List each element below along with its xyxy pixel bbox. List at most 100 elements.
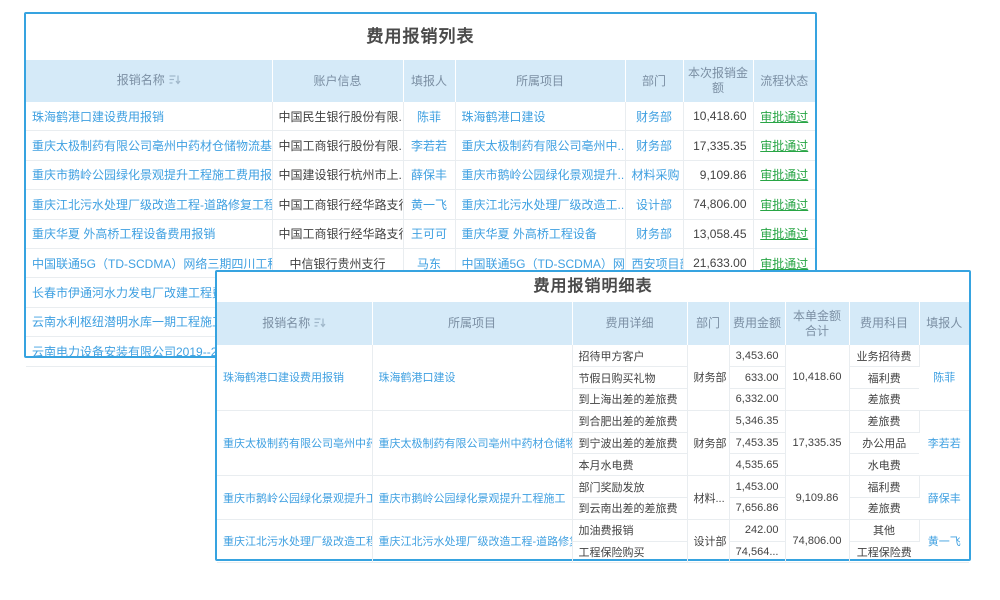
- column-header-project: 所属项目: [372, 302, 572, 345]
- amount-value: 10,418.60: [683, 102, 753, 131]
- expense-detail-card: 费用报销明细表 报销名称 所属项目 费用详细 部门 费用金额 本单金额合计 费用…: [215, 270, 971, 561]
- expense-detail-title: 费用报销明细表: [217, 272, 969, 302]
- column-header-expense-detail: 费用详细: [572, 302, 687, 345]
- reporter-link[interactable]: 黄一飞: [919, 519, 969, 563]
- column-header-amount: 本次报销金额: [683, 60, 753, 102]
- expense-list-title: 费用报销列表: [26, 14, 815, 60]
- project-link[interactable]: 珠海鹤港口建设: [372, 345, 572, 410]
- column-header-expense-amount: 费用金额: [729, 302, 785, 345]
- column-header-reimbursement-name[interactable]: 报销名称: [217, 302, 372, 345]
- reporter-link[interactable]: 李若若: [919, 410, 969, 475]
- reimbursement-name-link[interactable]: 重庆市鹅岭公园绿化景观提升工程施工费用报销: [26, 160, 272, 189]
- expense-category-value: 差旅费: [849, 498, 919, 520]
- account-info: 中国工商银行股份有限...: [272, 131, 403, 160]
- list-table-row: 重庆市鹅岭公园绿化景观提升工程施工费用报销中国建设银行杭州市上...薛保丰重庆市…: [26, 160, 815, 189]
- sort-icon: [314, 317, 326, 332]
- column-header-department: 部门: [687, 302, 729, 345]
- department-link[interactable]: 设计部: [625, 190, 683, 219]
- total-amount-value: 10,418.60: [785, 345, 849, 410]
- reporter-link[interactable]: 薛保丰: [403, 160, 455, 189]
- expense-category-value: 业务招待费: [849, 345, 919, 367]
- expense-category-value: 差旅费: [849, 389, 919, 411]
- project-link[interactable]: 重庆市鹅岭公园绿化景观提升...: [455, 160, 625, 189]
- total-amount-value: 17,335.35: [785, 410, 849, 475]
- department-value: 设计部: [687, 519, 729, 563]
- reporter-link[interactable]: 李若若: [403, 131, 455, 160]
- expense-detail-header-row: 报销名称 所属项目 费用详细 部门 费用金额 本单金额合计 费用科目 填报人: [217, 302, 969, 345]
- page: 费用报销列表 报销名称 账户信息 填报人 所属项目 部门 本次报销金额 流程状态: [0, 0, 1000, 600]
- status-link[interactable]: 审批通过: [753, 131, 815, 160]
- reimbursement-name-link[interactable]: 重庆市鹅岭公园绿化景观提升工程: [217, 476, 372, 520]
- department-link[interactable]: 财务部: [625, 219, 683, 248]
- account-info: 中国工商银行经华路支行: [272, 219, 403, 248]
- column-header-status: 流程状态: [753, 60, 815, 102]
- status-link[interactable]: 审批通过: [753, 219, 815, 248]
- amount-value: 74,806.00: [683, 190, 753, 219]
- project-link[interactable]: 重庆江北污水处理厂级改造工程-道路修复工: [372, 519, 572, 563]
- column-header-reimbursement-name[interactable]: 报销名称: [26, 60, 272, 102]
- account-info: 中国民生银行股份有限...: [272, 102, 403, 131]
- project-link[interactable]: 重庆江北污水处理厂级改造工...: [455, 190, 625, 219]
- list-table-row: 珠海鹤港口建设费用报销中国民生银行股份有限...陈菲珠海鹤港口建设财务部10,4…: [26, 102, 815, 131]
- reporter-link[interactable]: 陈菲: [919, 345, 969, 410]
- expense-category-value: 福利费: [849, 476, 919, 498]
- reimbursement-name-link[interactable]: 重庆太极制药有限公司亳州中药材: [217, 410, 372, 475]
- status-link[interactable]: 审批通过: [753, 160, 815, 189]
- project-link[interactable]: 重庆市鹅岭公园绿化景观提升工程施工: [372, 476, 572, 520]
- department-link[interactable]: 财务部: [625, 131, 683, 160]
- expense-amount-value: 74,564...: [729, 541, 785, 563]
- expense-amount-value: 1,453.00: [729, 476, 785, 498]
- amount-value: 13,058.45: [683, 219, 753, 248]
- expense-category-value: 差旅费: [849, 410, 919, 432]
- expense-list-header-row: 报销名称 账户信息 填报人 所属项目 部门 本次报销金额 流程状态: [26, 60, 815, 102]
- total-amount-value: 9,109.86: [785, 476, 849, 520]
- department-link[interactable]: 财务部: [625, 102, 683, 131]
- expense-amount-value: 242.00: [729, 519, 785, 541]
- reporter-link[interactable]: 王可可: [403, 219, 455, 248]
- column-header-department: 部门: [625, 60, 683, 102]
- column-header-total-amount: 本单金额合计: [785, 302, 849, 345]
- reimbursement-name-link[interactable]: 重庆江北污水处理厂级改造工程-道路修复工程费用...: [26, 190, 272, 219]
- project-link[interactable]: 重庆太极制药有限公司亳州中药材仓储物流: [372, 410, 572, 475]
- amount-value: 17,335.35: [683, 131, 753, 160]
- expense-category-value: 办公用品: [849, 432, 919, 454]
- status-link[interactable]: 审批通过: [753, 190, 815, 219]
- department-value: 财务部: [687, 410, 729, 475]
- expense-amount-value: 3,453.60: [729, 345, 785, 367]
- reporter-link[interactable]: 黄一飞: [403, 190, 455, 219]
- expense-category-value: 水电费: [849, 454, 919, 476]
- expense-detail-value: 招待甲方客户: [572, 345, 687, 367]
- expense-detail-body: 珠海鹤港口建设费用报销珠海鹤港口建设招待甲方客户财务部3,453.6010,41…: [217, 345, 969, 563]
- reimbursement-name-link[interactable]: 重庆太极制药有限公司亳州中药材仓储物流基地项...: [26, 131, 272, 160]
- department-value: 财务部: [687, 345, 729, 410]
- list-table-row: 重庆江北污水处理厂级改造工程-道路修复工程费用...中国工商银行经华路支行黄一飞…: [26, 190, 815, 219]
- expense-amount-value: 633.00: [729, 367, 785, 389]
- account-info: 中国工商银行经华路支行: [272, 190, 403, 219]
- expense-detail-value: 到合肥出差的差旅费: [572, 410, 687, 432]
- account-info: 中国建设银行杭州市上...: [272, 160, 403, 189]
- expense-category-value: 工程保险费: [849, 541, 919, 563]
- reporter-link[interactable]: 薛保丰: [919, 476, 969, 520]
- expense-detail-value: 部门奖励发放: [572, 476, 687, 498]
- reimbursement-name-link[interactable]: 重庆华夏 外高桥工程设备费用报销: [26, 219, 272, 248]
- project-link[interactable]: 珠海鹤港口建设: [455, 102, 625, 131]
- reimbursement-name-link[interactable]: 珠海鹤港口建设费用报销: [217, 345, 372, 410]
- reimbursement-name-link[interactable]: 重庆江北污水处理厂级改造工程-: [217, 519, 372, 563]
- expense-detail-value: 到云南出差的差旅费: [572, 498, 687, 520]
- detail-table-row: 重庆江北污水处理厂级改造工程-重庆江北污水处理厂级改造工程-道路修复工加油费报销…: [217, 519, 969, 541]
- expense-category-value: 福利费: [849, 367, 919, 389]
- expense-detail-value: 节假日购买礼物: [572, 367, 687, 389]
- sort-icon: [169, 74, 181, 89]
- project-link[interactable]: 重庆华夏 外高桥工程设备: [455, 219, 625, 248]
- reimbursement-name-link[interactable]: 珠海鹤港口建设费用报销: [26, 102, 272, 131]
- project-link[interactable]: 重庆太极制药有限公司亳州中...: [455, 131, 625, 160]
- status-link[interactable]: 审批通过: [753, 102, 815, 131]
- expense-detail-value: 本月水电费: [572, 454, 687, 476]
- department-link[interactable]: 材料采购: [625, 160, 683, 189]
- expense-detail-table: 报销名称 所属项目 费用详细 部门 费用金额 本单金额合计 费用科目 填报人 珠…: [217, 302, 969, 563]
- expense-category-value: 其他: [849, 519, 919, 541]
- detail-table-row: 珠海鹤港口建设费用报销珠海鹤港口建设招待甲方客户财务部3,453.6010,41…: [217, 345, 969, 367]
- reporter-link[interactable]: 陈菲: [403, 102, 455, 131]
- expense-amount-value: 5,346.35: [729, 410, 785, 432]
- detail-table-row: 重庆太极制药有限公司亳州中药材重庆太极制药有限公司亳州中药材仓储物流到合肥出差的…: [217, 410, 969, 432]
